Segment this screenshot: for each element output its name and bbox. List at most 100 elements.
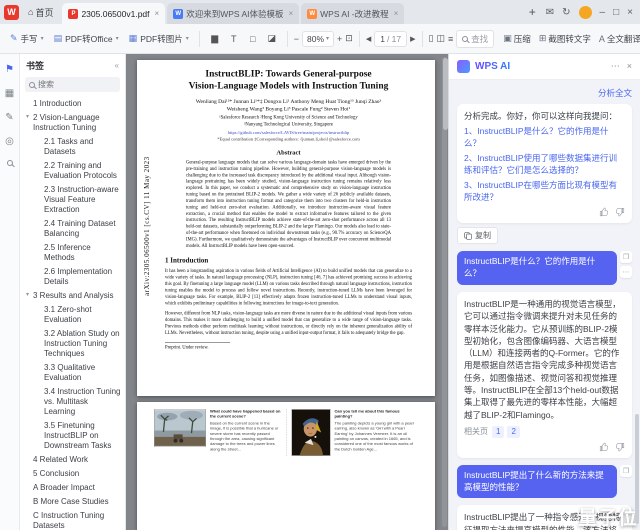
new-tab-button[interactable]: + xyxy=(523,5,542,19)
more-icon[interactable]: ⋯ xyxy=(620,266,632,279)
expand-icon[interactable] xyxy=(35,267,42,268)
outline-item[interactable]: 3.5 Finetuning InstructBLIP on Downstrea… xyxy=(22,419,123,453)
handwrite-button[interactable]: ✎ 手写 ▾ xyxy=(6,30,48,48)
close-button[interactable]: × xyxy=(627,7,633,18)
expand-icon[interactable] xyxy=(24,497,31,498)
sidebar-search-input[interactable] xyxy=(38,80,108,89)
next-page-button[interactable]: ▶ xyxy=(410,30,415,48)
analyze-document-link[interactable]: 分析全文 xyxy=(457,87,632,99)
outline-item[interactable]: ▾ 2 Vision-Language Instruction Tuning xyxy=(22,111,123,135)
expand-icon[interactable] xyxy=(35,137,42,138)
expand-icon[interactable] xyxy=(24,99,31,100)
expand-icon[interactable] xyxy=(35,219,42,220)
zoom-in-button[interactable]: + xyxy=(337,30,342,48)
outline-item[interactable]: 1 Introduction xyxy=(22,97,123,111)
outline-item[interactable]: A Broader Impact xyxy=(22,481,123,495)
expand-icon[interactable] xyxy=(35,387,42,388)
related-page-link[interactable]: 1 xyxy=(492,426,505,438)
expand-icon[interactable] xyxy=(24,483,31,484)
maximize-button[interactable]: □ xyxy=(613,7,619,18)
outline-item[interactable]: 3.1 Zero-shot Evaluation xyxy=(22,303,123,327)
expand-icon[interactable] xyxy=(35,161,42,162)
outline-item[interactable]: 2.5 Inference Methods xyxy=(22,241,123,265)
outline-item[interactable]: 3.4 Instruction Tuning vs. Multitask Lea… xyxy=(22,385,123,419)
highlight-tool-button[interactable]: ▆ xyxy=(206,30,224,48)
shape-tool-button[interactable]: □ xyxy=(244,30,262,48)
user-avatar[interactable] xyxy=(578,5,592,19)
find-box[interactable]: 查找 xyxy=(456,29,495,48)
message-icon[interactable]: ✉ xyxy=(546,7,554,18)
outline-item[interactable]: 2.6 Implementation Details xyxy=(22,265,123,289)
compress-button[interactable]: ▣ 压缩 xyxy=(500,30,534,48)
outline-item[interactable]: 2.1 Tasks and Datasets xyxy=(22,135,123,159)
expand-icon[interactable] xyxy=(35,363,42,364)
tab-wps-ai-template[interactable]: W 欢迎来到WPS AI体验模板 × xyxy=(167,3,300,24)
outline-item[interactable]: B More Case Studies xyxy=(22,495,123,509)
pdf-to-office-button[interactable]: ▤ PDF转Office ▾ xyxy=(50,30,123,48)
thumbs-up-icon[interactable] xyxy=(599,207,609,217)
search-panel-icon[interactable] xyxy=(6,160,13,166)
expand-icon[interactable] xyxy=(35,421,42,422)
outline-item[interactable]: 2.2 Training and Evaluation Protocols xyxy=(22,159,123,183)
suggested-question-link[interactable]: 1、InstructBLIP是什么？它的作用是什么？ xyxy=(464,126,625,149)
copy-button[interactable]: 复制 xyxy=(457,227,498,245)
sidebar-search[interactable] xyxy=(25,77,120,92)
expand-icon[interactable] xyxy=(35,243,42,244)
tab-pdf-document[interactable]: P 2305.06500v1.pdf × xyxy=(62,3,166,24)
outline-item[interactable]: 2.3 Instruction-aware Visual Feature Ext… xyxy=(22,183,123,217)
zoom-level-select[interactable]: 80% ▾ xyxy=(301,30,335,47)
single-page-view-button[interactable]: ▯ xyxy=(429,30,434,48)
copy-icon[interactable]: ❐ xyxy=(620,251,632,264)
outline-item[interactable]: 3.3 Qualitative Evaluation xyxy=(22,361,123,385)
continuous-view-button[interactable]: ≡ xyxy=(448,30,453,48)
thumbs-down-icon[interactable] xyxy=(615,207,625,217)
close-panel-icon[interactable]: × xyxy=(627,61,632,72)
expand-icon[interactable] xyxy=(35,185,42,186)
text-tool-button[interactable]: T xyxy=(225,30,243,48)
eraser-tool-button[interactable]: ◪ xyxy=(263,30,281,48)
expand-icon[interactable] xyxy=(24,469,31,470)
page-number-box[interactable]: 1 / 17 xyxy=(374,30,408,47)
bookmarks-panel-icon[interactable]: ⚑ xyxy=(5,64,14,75)
pdf-scrollbar-thumb[interactable] xyxy=(443,58,448,130)
copy-icon[interactable]: ❐ xyxy=(620,464,632,477)
sync-icon[interactable]: ↻ xyxy=(562,7,570,18)
expand-icon[interactable] xyxy=(35,329,42,330)
outline-item[interactable]: 2.4 Training Dataset Balancing xyxy=(22,217,123,241)
expand-icon[interactable] xyxy=(24,511,31,512)
suggested-question-link[interactable]: 2、InstructBLIP使用了哪些数据集进行训练和评估？它们是怎么选择的？ xyxy=(464,153,625,176)
attachments-panel-icon[interactable]: ◎ xyxy=(5,136,14,147)
minimize-button[interactable]: – xyxy=(600,7,606,18)
tab-close-icon[interactable]: × xyxy=(288,9,293,18)
tab-wps-ai-tutorial[interactable]: W WPS AI -改进教程 × xyxy=(301,3,405,24)
screenshot-to-text-button[interactable]: ⊞ 截图转文字 xyxy=(536,30,594,48)
outline-item[interactable]: ▾ 3 Results and Analysis xyxy=(22,289,123,303)
fit-page-button[interactable]: ⊡ xyxy=(345,30,353,48)
expand-icon[interactable] xyxy=(35,305,42,306)
related-page-link[interactable]: 2 xyxy=(507,426,520,438)
outline-item[interactable]: 4 Related Work xyxy=(22,453,123,467)
annotations-panel-icon[interactable]: ✎ xyxy=(5,112,13,123)
ai-panel-scrollbar-thumb[interactable] xyxy=(635,414,639,524)
two-page-view-button[interactable]: ◫ xyxy=(436,30,445,48)
expand-icon[interactable]: ▾ xyxy=(24,113,31,122)
tab-close-icon[interactable]: × xyxy=(155,9,160,18)
previous-page-button[interactable]: ◀ xyxy=(366,30,371,48)
outline-item[interactable]: 3.2 Ablation Study on Instruction Tuning… xyxy=(22,327,123,361)
thumbs-down-icon[interactable] xyxy=(615,442,625,452)
outline-item[interactable]: C Instruction Tuning Datasets xyxy=(22,509,123,530)
more-icon[interactable]: ⋯ xyxy=(611,61,620,72)
pdf-to-image-button[interactable]: ▦ PDF转图片 ▾ xyxy=(125,30,193,48)
zoom-out-button[interactable]: − xyxy=(294,30,299,48)
paper-repo-link[interactable]: https://github.com/salesforce/LAVIS/tree… xyxy=(165,130,412,135)
wps-logo[interactable]: W xyxy=(4,4,19,20)
thumbnails-panel-icon[interactable]: ▦ xyxy=(5,88,14,99)
thumbs-up-icon[interactable] xyxy=(599,442,609,452)
collapse-sidebar-icon[interactable]: « xyxy=(115,61,119,70)
outline-item[interactable]: 5 Conclusion xyxy=(22,467,123,481)
suggested-question-link[interactable]: 3、InstructBLIP在哪些方面比现有模型有所改进？ xyxy=(464,180,625,203)
home-button[interactable]: ⌂ 首页 xyxy=(23,3,58,21)
tab-close-icon[interactable]: × xyxy=(394,9,399,18)
translate-button[interactable]: A 全文翻译 xyxy=(596,30,640,48)
pdf-viewport[interactable]: InstructBLIP: Towards General-purpose Vi… xyxy=(126,54,448,530)
